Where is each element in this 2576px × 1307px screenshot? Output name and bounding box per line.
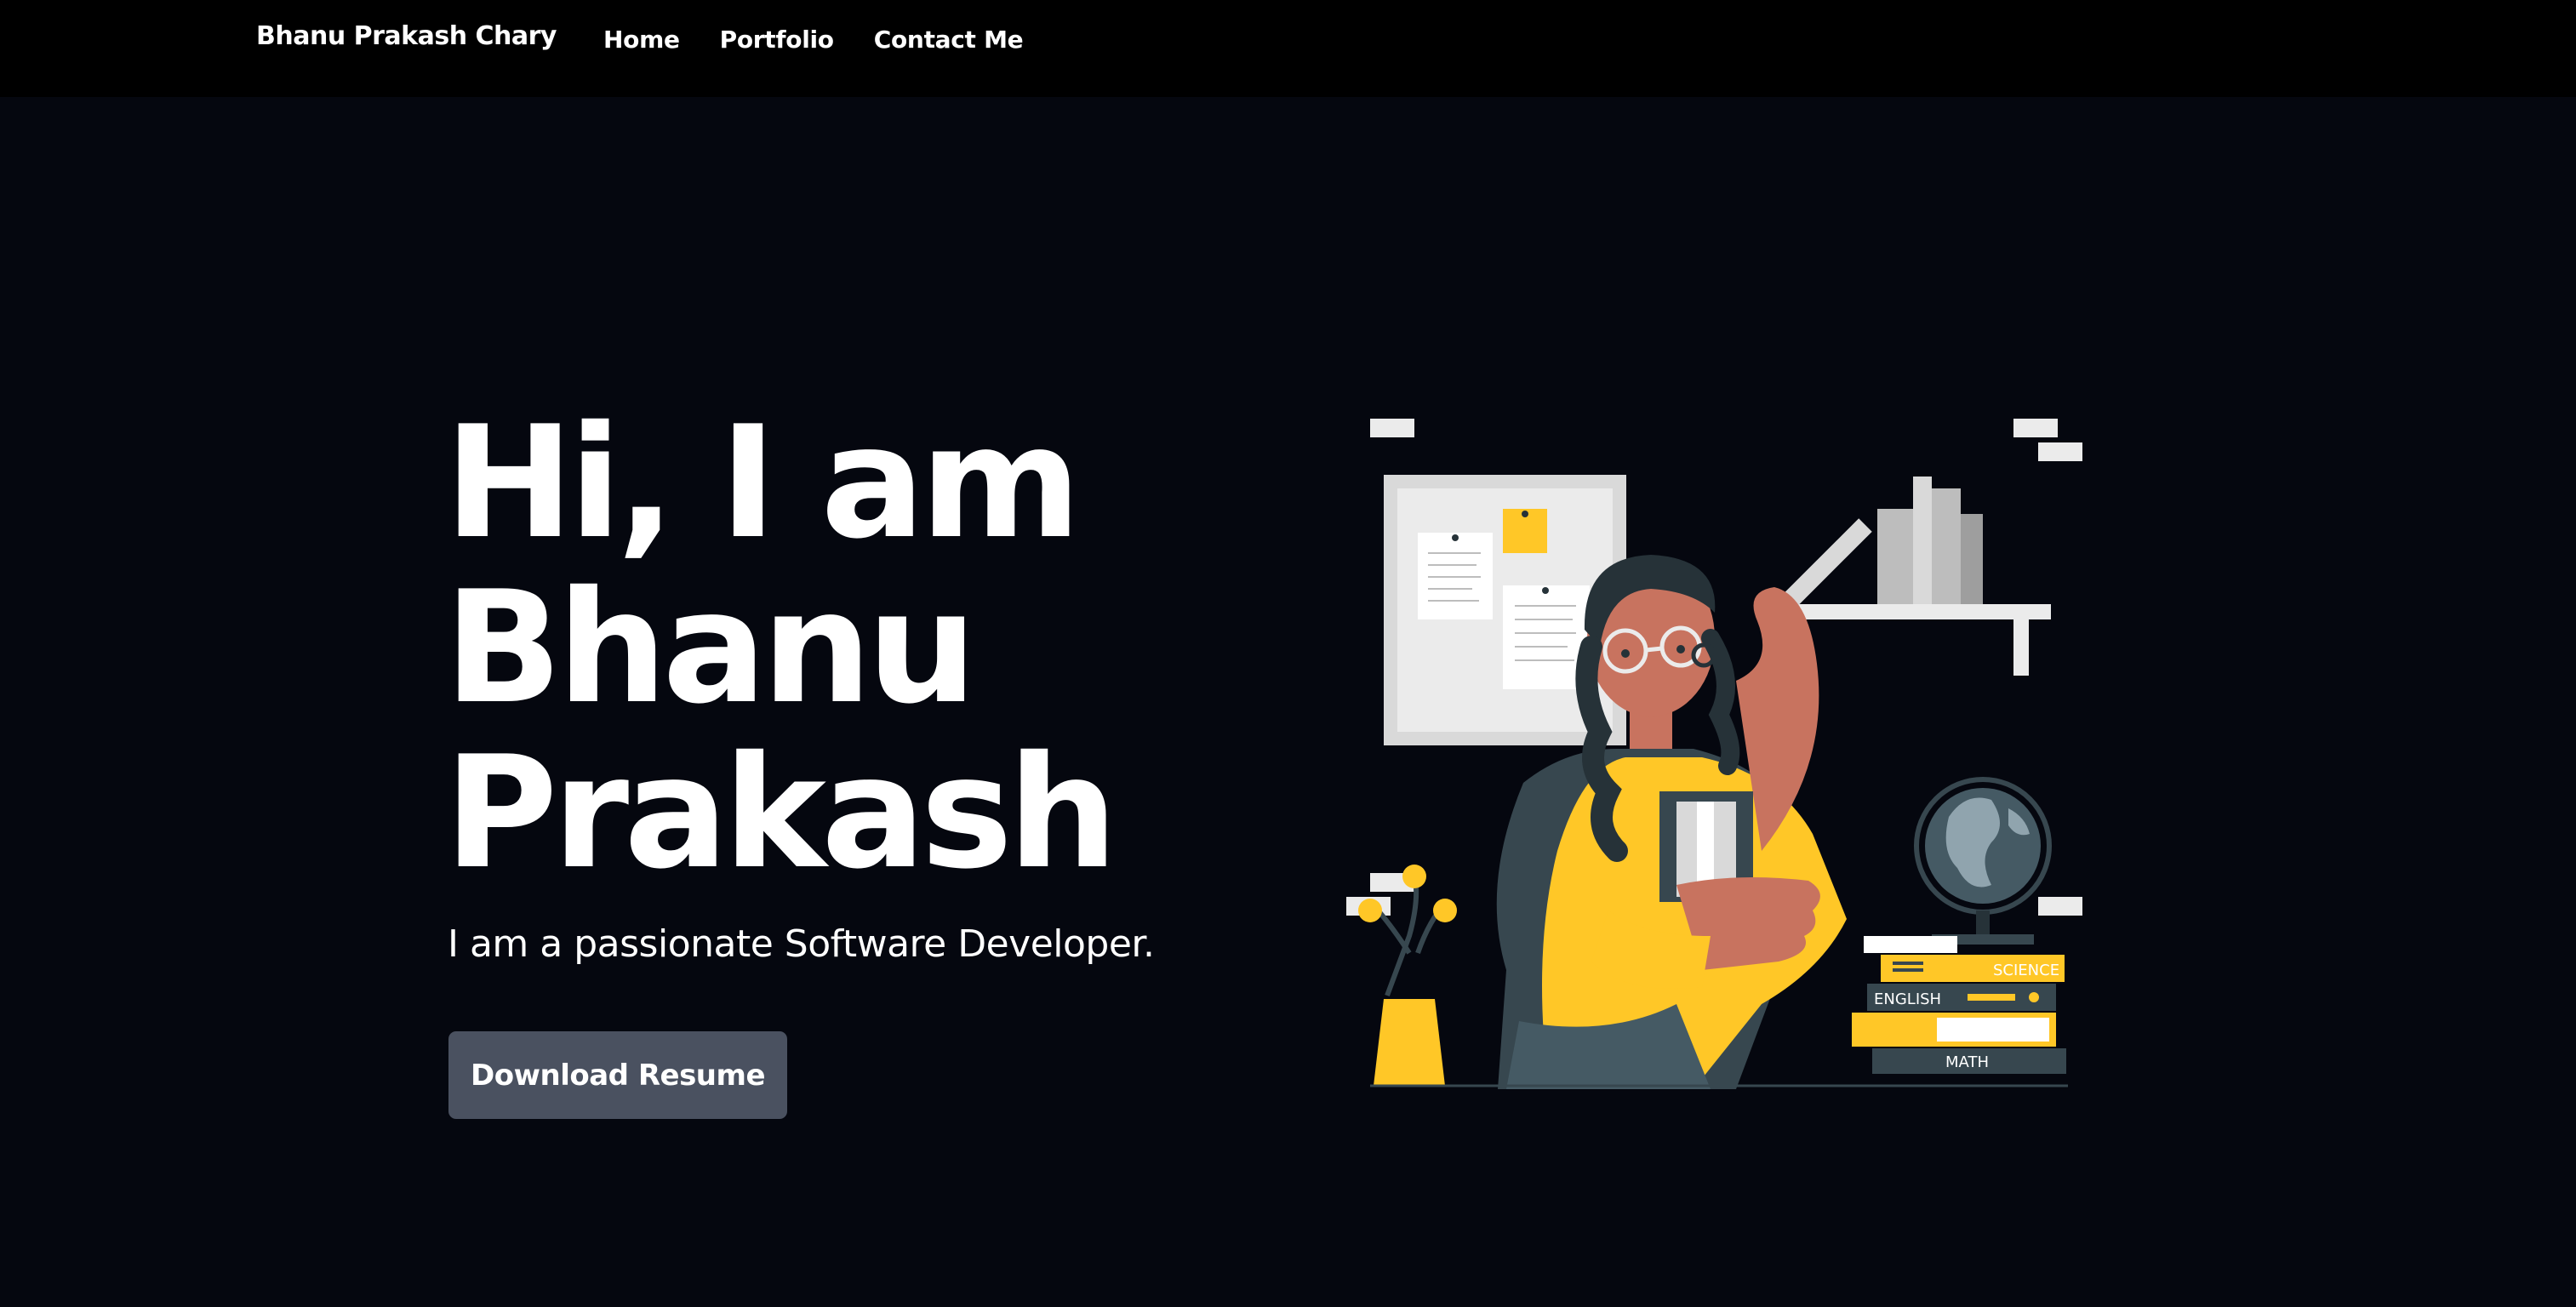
globe <box>1914 777 2052 945</box>
hero-subtitle: I am a passionate Software Developer. <box>448 922 1155 966</box>
download-resume-button[interactable]: Download Resume <box>448 1031 787 1119</box>
nav-link-home[interactable]: Home <box>603 26 680 54</box>
hero-title-line-1: Hi, I am <box>444 392 1082 573</box>
hero-title-line-3: Prakash <box>444 722 1118 903</box>
student-illustration: SCIENCE ENGLISH MATH <box>1346 419 2082 1089</box>
hero-title-line-2: Bhanu <box>444 557 977 738</box>
book-english-label: ENGLISH <box>1874 990 1941 1008</box>
deco-dash <box>2013 419 2058 437</box>
hero-title: Hi, I am Bhanu Prakash <box>444 400 1118 895</box>
book-science-label: SCIENCE <box>1993 962 2059 979</box>
navbar: Bhanu Prakash Chary Home Portfolio Conta… <box>0 0 2576 97</box>
nav-link-contact[interactable]: Contact Me <box>874 26 1024 54</box>
brand-logo[interactable]: Bhanu Prakash Chary <box>256 21 557 51</box>
deco-dash <box>2038 442 2082 461</box>
deco-dash <box>1370 419 1414 437</box>
book-stack: SCIENCE ENGLISH MATH <box>1852 936 2066 1074</box>
nav-link-portfolio[interactable]: Portfolio <box>720 26 834 54</box>
deco-dash <box>2038 897 2082 916</box>
nav-links: Home Portfolio Contact Me <box>603 26 1024 54</box>
book-math-label: MATH <box>1945 1053 1989 1071</box>
